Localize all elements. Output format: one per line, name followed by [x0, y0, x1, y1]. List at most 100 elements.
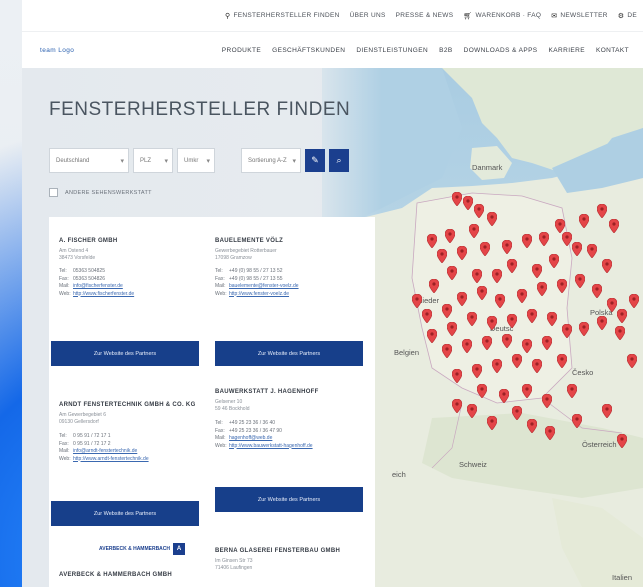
map-marker-pin[interactable]: [499, 389, 509, 403]
nav-item-products[interactable]: PRODUKTE: [222, 47, 261, 54]
util-newsletter[interactable]: ✉ NEWSLETTER: [551, 12, 608, 20]
map-marker-pin[interactable]: [615, 326, 625, 340]
map-marker-pin[interactable]: [557, 354, 567, 368]
nav-item-career[interactable]: KARRIERE: [549, 47, 585, 54]
map-marker-pin[interactable]: [629, 294, 639, 308]
map-marker-pin[interactable]: [532, 359, 542, 373]
partner-mail-link[interactable]: hagenhoff@web.de: [229, 435, 272, 443]
map-marker-pin[interactable]: [542, 394, 552, 408]
zip-input[interactable]: PLZ: [133, 148, 173, 173]
util-about[interactable]: ÜBER UNS: [350, 12, 386, 19]
map-marker-pin[interactable]: [597, 204, 607, 218]
radius-select[interactable]: Umkr: [177, 148, 215, 173]
map-marker-pin[interactable]: [492, 269, 502, 283]
map-marker-pin[interactable]: [567, 384, 577, 398]
map-marker-pin[interactable]: [457, 246, 467, 260]
map-marker-pin[interactable]: [412, 294, 422, 308]
map-marker-pin[interactable]: [545, 426, 555, 440]
map-marker-pin[interactable]: [447, 266, 457, 280]
partner-web-link[interactable]: http://www.fenster-voelz.de: [229, 291, 289, 299]
map-marker-pin[interactable]: [627, 354, 637, 368]
map-marker-pin[interactable]: [572, 414, 582, 428]
map-marker-pin[interactable]: [507, 259, 517, 273]
map-marker-pin[interactable]: [472, 269, 482, 283]
map-marker-pin[interactable]: [427, 234, 437, 248]
locate-button[interactable]: ✎: [305, 149, 325, 172]
map-marker-pin[interactable]: [445, 229, 455, 243]
map-marker-pin[interactable]: [602, 259, 612, 273]
map-marker-pin[interactable]: [487, 212, 497, 226]
map-marker-pin[interactable]: [442, 344, 452, 358]
country-select[interactable]: Deutschland: [49, 148, 129, 173]
map-marker-pin[interactable]: [469, 224, 479, 238]
map-marker-pin[interactable]: [617, 434, 627, 448]
nav-item-services[interactable]: DIENSTLEISTUNGEN: [356, 47, 428, 54]
map-marker-pin[interactable]: [502, 334, 512, 348]
map-marker-pin[interactable]: [597, 316, 607, 330]
map-marker-pin[interactable]: [474, 204, 484, 218]
partner-website-button[interactable]: Zur Website des Partners: [51, 501, 199, 526]
map-marker-pin[interactable]: [477, 286, 487, 300]
map-marker-pin[interactable]: [579, 322, 589, 336]
partner-web-link[interactable]: http://www.bauwerkstatt-hagenhoff.de: [229, 443, 313, 451]
map-marker-pin[interactable]: [522, 384, 532, 398]
util-find-manufacturer[interactable]: ⚲ FENSTERHERSTELLER FINDEN: [225, 12, 340, 20]
map-marker-pin[interactable]: [495, 294, 505, 308]
util-language[interactable]: ⚙ DE: [618, 12, 637, 20]
nav-item-b2b[interactable]: B2B: [439, 47, 453, 54]
nav-item-business[interactable]: GESCHÄFTSKUNDEN: [272, 47, 345, 54]
map-marker-pin[interactable]: [609, 219, 619, 233]
map-marker-pin[interactable]: [452, 192, 462, 206]
map-marker-pin[interactable]: [575, 274, 585, 288]
map-marker-pin[interactable]: [487, 316, 497, 330]
map-marker-pin[interactable]: [547, 312, 557, 326]
map-marker-pin[interactable]: [463, 196, 473, 210]
partner-mail-link[interactable]: info@arndt-fenstertechnik.de: [73, 448, 137, 456]
map-marker-pin[interactable]: [472, 364, 482, 378]
map-marker-pin[interactable]: [527, 419, 537, 433]
map-marker-pin[interactable]: [482, 336, 492, 350]
map-marker-pin[interactable]: [539, 232, 549, 246]
map-marker-pin[interactable]: [452, 369, 462, 383]
map-marker-pin[interactable]: [437, 249, 447, 263]
map-marker-pin[interactable]: [617, 309, 627, 323]
map-marker-pin[interactable]: [607, 298, 617, 312]
map-marker-pin[interactable]: [512, 406, 522, 420]
map-marker-pin[interactable]: [480, 242, 490, 256]
map-marker-pin[interactable]: [462, 339, 472, 353]
map-marker-pin[interactable]: [549, 254, 559, 268]
nav-item-contact[interactable]: KONTAKT: [596, 47, 629, 54]
search-button[interactable]: ⌕: [329, 149, 349, 172]
map-marker-pin[interactable]: [555, 219, 565, 233]
map-marker-pin[interactable]: [467, 404, 477, 418]
map-marker-pin[interactable]: [592, 284, 602, 298]
map-marker-pin[interactable]: [457, 292, 467, 306]
map-marker-pin[interactable]: [467, 312, 477, 326]
map-marker-pin[interactable]: [602, 404, 612, 418]
map-marker-pin[interactable]: [562, 232, 572, 246]
map-marker-pin[interactable]: [522, 234, 532, 248]
map-marker-pin[interactable]: [532, 264, 542, 278]
util-press[interactable]: PRESSE & NEWS: [396, 12, 454, 19]
map-marker-pin[interactable]: [517, 289, 527, 303]
map-marker-pin[interactable]: [487, 416, 497, 430]
site-logo[interactable]: team Logo: [40, 47, 74, 54]
map-marker-pin[interactable]: [507, 314, 517, 328]
map-marker-pin[interactable]: [542, 336, 552, 350]
nav-item-downloads[interactable]: DOWNLOADS & APPS: [464, 47, 538, 54]
map-marker-pin[interactable]: [587, 244, 597, 258]
partner-web-link[interactable]: http://www.arndt-fenstertechnik.de: [73, 456, 149, 464]
map-marker-pin[interactable]: [527, 309, 537, 323]
map-marker-pin[interactable]: [427, 329, 437, 343]
map-marker-pin[interactable]: [522, 339, 532, 353]
map-marker-pin[interactable]: [502, 240, 512, 254]
util-cart[interactable]: 🛒︎ WARENKORB · FAQ: [463, 12, 541, 20]
map-marker-pin[interactable]: [447, 322, 457, 336]
partner-website-button[interactable]: Zur Website des Partners: [215, 341, 363, 366]
map-marker-pin[interactable]: [572, 242, 582, 256]
map-marker-pin[interactable]: [422, 309, 432, 323]
partner-mail-link[interactable]: info@fischerfenster.de: [73, 283, 123, 291]
partner-website-button[interactable]: Zur Website des Partners: [215, 487, 363, 512]
partner-mail-link[interactable]: bauelemente@fenster-voelz.de: [229, 283, 299, 291]
sort-select[interactable]: Sortierung A-Z: [241, 148, 301, 173]
